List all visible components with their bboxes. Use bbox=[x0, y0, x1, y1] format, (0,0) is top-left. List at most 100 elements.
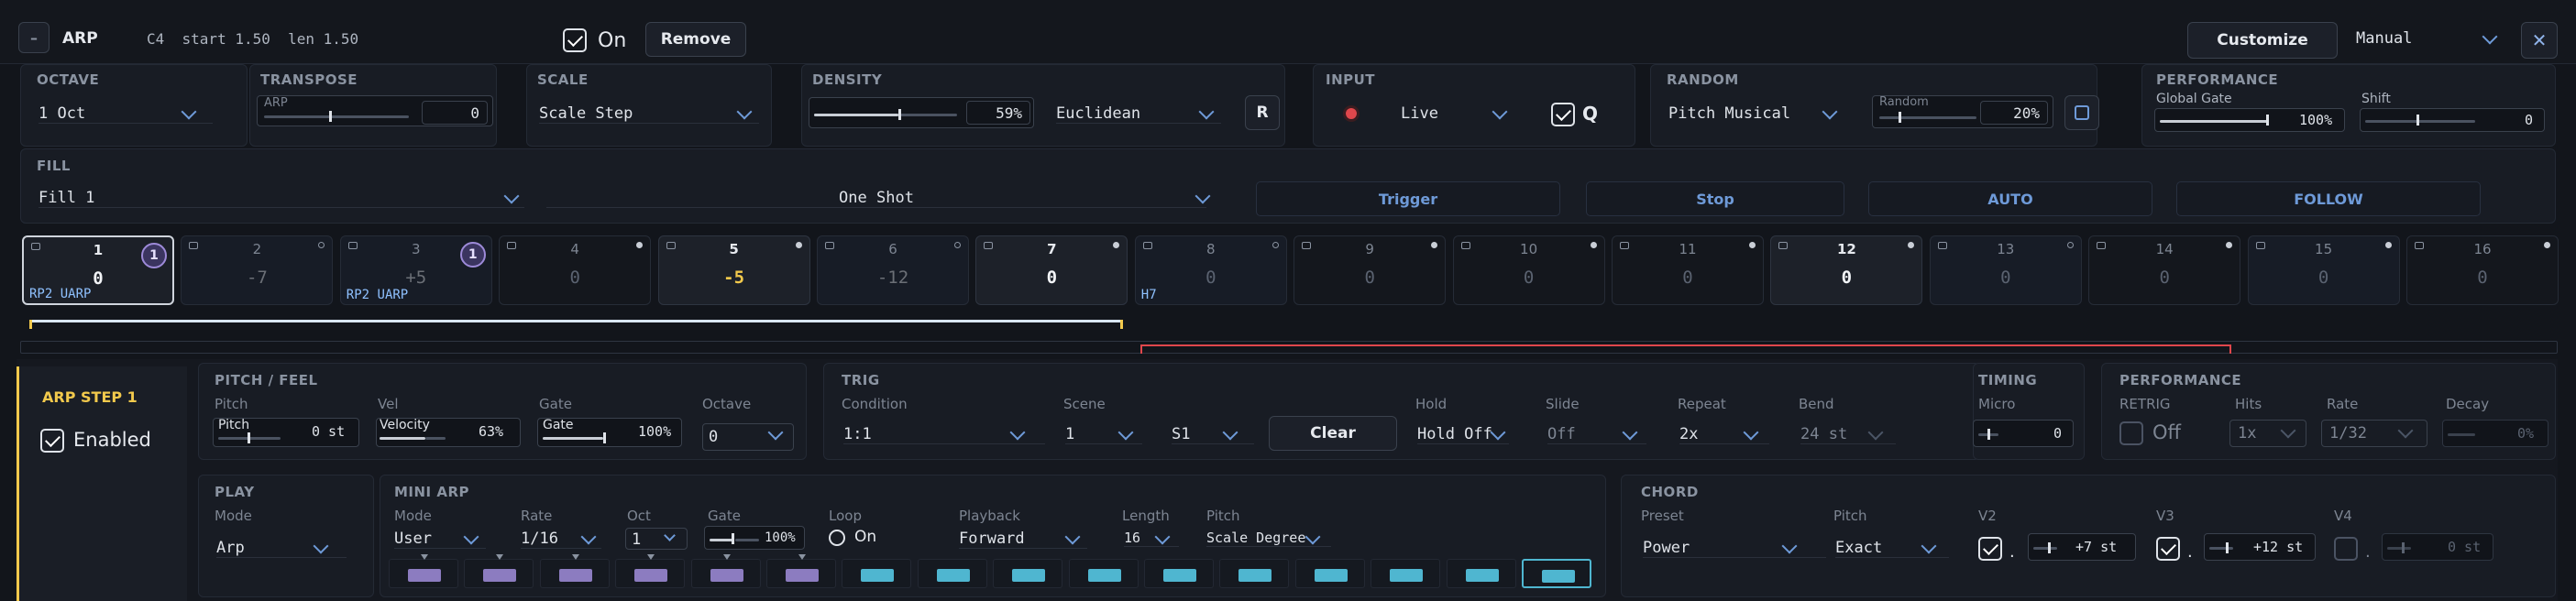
play-mode-select[interactable]: Arp bbox=[216, 539, 347, 558]
length-select[interactable]: 16 bbox=[1124, 530, 1179, 547]
mini-step-9[interactable] bbox=[993, 559, 1063, 588]
density-slider-thumb[interactable] bbox=[898, 109, 902, 120]
loop-start-marker[interactable] bbox=[29, 320, 32, 329]
step-cell-3[interactable]: 3 +5 1 RP2 UARP bbox=[339, 235, 492, 305]
loop-end-marker[interactable] bbox=[1120, 320, 1123, 329]
scene-slot-select[interactable]: S1 bbox=[1172, 425, 1254, 444]
bend-select[interactable]: 24 st bbox=[1800, 425, 1896, 444]
fill-auto-button[interactable]: AUTO bbox=[1868, 181, 2152, 216]
mini-step-10[interactable] bbox=[1068, 559, 1139, 588]
step-cell-16[interactable]: 16 0 bbox=[2406, 235, 2559, 305]
loop-range-bar[interactable] bbox=[29, 320, 1122, 322]
mini-step-8[interactable] bbox=[917, 559, 987, 588]
step-cell-7[interactable]: 70 bbox=[975, 235, 1128, 305]
octave-step-select[interactable]: 0 bbox=[702, 423, 794, 451]
step-cell-1[interactable]: 1 0 1 RP2 UARP bbox=[22, 235, 174, 305]
timeline-track[interactable] bbox=[20, 341, 2558, 354]
collapse-button[interactable]: – bbox=[18, 22, 50, 53]
density-value[interactable]: 59% bbox=[966, 101, 1030, 125]
random-slider[interactable] bbox=[1879, 116, 1976, 119]
step-cell-2[interactable]: 2 -7 bbox=[181, 235, 334, 305]
clear-button[interactable]: Clear bbox=[1269, 416, 1397, 451]
v3-checkbox[interactable] bbox=[2156, 537, 2180, 561]
transpose-value[interactable]: 0 bbox=[422, 101, 488, 125]
global-gate-thumb[interactable] bbox=[2266, 115, 2269, 126]
fill-follow-button[interactable]: FOLLOW bbox=[2176, 181, 2481, 216]
gate-thumb[interactable] bbox=[603, 432, 606, 443]
step-cell-14[interactable]: 14 0 bbox=[2088, 235, 2241, 305]
step-cell-15[interactable]: 15 0 bbox=[2247, 235, 2400, 305]
transpose-slider-thumb[interactable] bbox=[329, 111, 333, 122]
gate-slider[interactable] bbox=[543, 437, 603, 440]
step-cell-12[interactable]: 12 0 bbox=[1770, 235, 1923, 305]
step-enabled-checkbox[interactable] bbox=[40, 429, 64, 453]
decay-slider[interactable] bbox=[2448, 433, 2475, 436]
mode-select[interactable]: Manual bbox=[2356, 29, 2412, 48]
mini-step-14[interactable] bbox=[1371, 559, 1441, 588]
shift-thumb[interactable] bbox=[2416, 115, 2419, 126]
step-cell-6[interactable]: 6 -12 bbox=[817, 235, 969, 305]
mini-step-5[interactable] bbox=[690, 554, 761, 588]
density-mode-select[interactable]: Euclidean bbox=[1056, 104, 1221, 124]
mini-step-11[interactable] bbox=[1144, 559, 1214, 588]
step-number: 2 bbox=[252, 241, 262, 257]
mini-step-6[interactable] bbox=[766, 554, 836, 588]
mini-step-1[interactable] bbox=[389, 554, 458, 588]
mini-step-4[interactable] bbox=[615, 554, 686, 588]
vel-slider[interactable] bbox=[380, 437, 425, 440]
v4-thumb[interactable] bbox=[2402, 542, 2405, 553]
random-select[interactable]: Pitch Musical bbox=[1668, 104, 1843, 123]
mini-step-15[interactable] bbox=[1446, 559, 1516, 588]
fill-mode-select[interactable]: One Shot bbox=[546, 189, 1206, 208]
step-cell-8[interactable]: 8 0 H7 bbox=[1134, 235, 1287, 305]
step-cell-5[interactable]: 5 -5 bbox=[657, 235, 810, 305]
v2-thumb[interactable] bbox=[2048, 542, 2051, 553]
step-cell-10[interactable]: 10 0 bbox=[1452, 235, 1605, 305]
v4-checkbox[interactable] bbox=[2334, 537, 2358, 561]
v2-slider[interactable] bbox=[2033, 547, 2057, 550]
customize-button[interactable]: Customize bbox=[2187, 22, 2338, 59]
randomize-dice-button[interactable] bbox=[2064, 95, 2099, 130]
transpose-slider[interactable] bbox=[264, 115, 409, 118]
global-gate-slider[interactable] bbox=[2160, 120, 2268, 123]
v2-checkbox[interactable] bbox=[1978, 537, 2002, 561]
mini-gate-thumb[interactable] bbox=[732, 533, 734, 544]
step-cell-4[interactable]: 40 bbox=[499, 235, 652, 305]
random-value[interactable]: 20% bbox=[1980, 101, 2048, 125]
quantize-checkbox[interactable] bbox=[1551, 103, 1575, 126]
random-slider-thumb[interactable] bbox=[1899, 112, 1902, 123]
pitch-thumb[interactable] bbox=[248, 432, 250, 443]
fill-stop-button[interactable]: Stop bbox=[1586, 181, 1844, 216]
fill-trigger-button[interactable]: Trigger bbox=[1256, 181, 1560, 216]
hits-select[interactable]: 1x bbox=[2229, 420, 2306, 447]
mini-step-13[interactable] bbox=[1294, 559, 1365, 588]
step-cell-9[interactable]: 90 bbox=[1294, 235, 1447, 305]
remove-button[interactable]: Remove bbox=[645, 22, 746, 57]
v3-slider[interactable] bbox=[2209, 547, 2233, 550]
mini-step-12[interactable] bbox=[1219, 559, 1290, 588]
close-button[interactable]: ✕ bbox=[2521, 22, 2558, 59]
micro-thumb[interactable] bbox=[1987, 429, 1990, 440]
mini-gate-rest[interactable] bbox=[735, 539, 759, 541]
mini-step-3[interactable] bbox=[539, 554, 610, 588]
v4-slider[interactable] bbox=[2387, 547, 2411, 550]
step-dot-icon bbox=[1749, 242, 1756, 248]
mini-gate-slider[interactable] bbox=[710, 539, 733, 541]
chord-preset-select[interactable]: Power bbox=[1643, 539, 1826, 558]
on-checkbox[interactable] bbox=[563, 28, 587, 52]
loop-toggle-icon[interactable] bbox=[829, 530, 845, 546]
rate-select[interactable]: 1/32 bbox=[2321, 420, 2427, 447]
vel-slider-rest[interactable] bbox=[425, 437, 446, 440]
mini-step-16[interactable] bbox=[1522, 559, 1591, 588]
v3-thumb[interactable] bbox=[2226, 542, 2229, 553]
mini-step-2[interactable] bbox=[464, 554, 534, 588]
fill-select[interactable]: Fill 1 bbox=[39, 189, 524, 208]
mini-step-7[interactable] bbox=[842, 559, 912, 588]
step-cell-13[interactable]: 13 0 bbox=[1929, 235, 2082, 305]
retrig-checkbox[interactable] bbox=[2119, 421, 2143, 445]
reseed-button[interactable]: R bbox=[1245, 95, 1280, 130]
mini-oct-select[interactable]: 1 bbox=[625, 528, 688, 550]
scale-select[interactable]: Scale Step bbox=[539, 104, 759, 124]
shift-slider[interactable] bbox=[2365, 120, 2475, 123]
step-cell-11[interactable]: 11 0 bbox=[1612, 235, 1764, 305]
